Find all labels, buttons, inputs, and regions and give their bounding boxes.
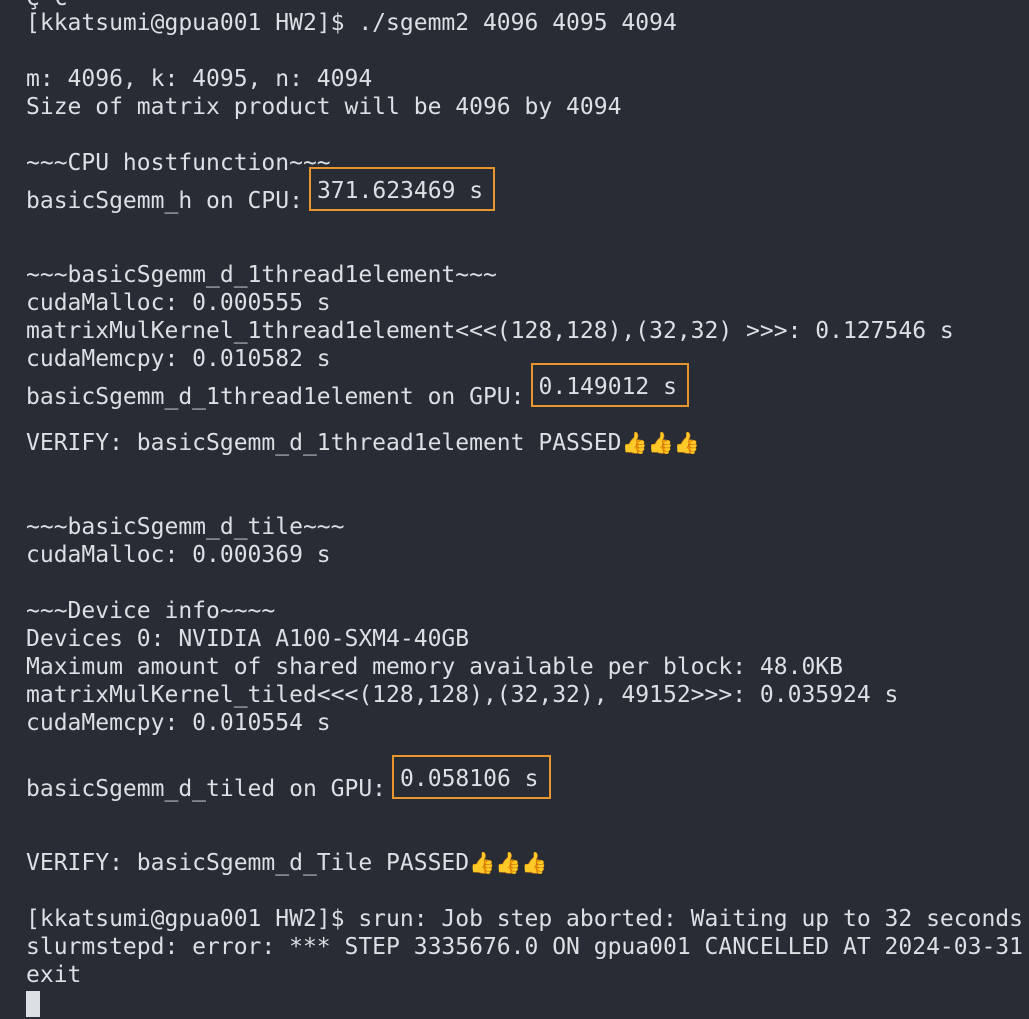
gpu1-result-label: basicSgemm_d_1thread1element on GPU: <box>26 384 525 410</box>
terminal-line-srun: [kkatsumi@gpua001 HW2]$ srun: Job step a… <box>26 906 1023 932</box>
terminal-line-tile-kernel: matrixMulKernel_tiled<<<(128,128),(32,32… <box>26 682 899 708</box>
terminal-line-slurm-error: slurmstepd: error: *** STEP 3335676.0 ON… <box>26 934 1023 960</box>
terminal-window[interactable]: Ç € [kkatsumi@gpua001 HW2]$ ./sgemm2 409… <box>0 0 1029 1019</box>
terminal-line-dims: m: 4096, k: 4095, n: 4094 <box>26 66 373 92</box>
terminal-line-gpu1-verify: VERIFY: basicSgemm_d_1thread1element PAS… <box>26 429 700 457</box>
terminal-line-gpu1-result: basicSgemm_d_1thread1element on GPU: 0.14… <box>26 363 689 410</box>
tile-result-label: basicSgemm_d_tiled on GPU: <box>26 776 387 802</box>
terminal-command-line: [kkatsumi@gpua001 HW2]$ ./sgemm2 4096 40… <box>26 10 677 36</box>
terminal-cursor[interactable] <box>26 991 40 1017</box>
terminal-line-tile-verify: VERIFY: basicSgemm_d_Tile PASSED👍👍👍 <box>26 849 548 877</box>
terminal-line-gpu1-header: ~~~basicSgemm_d_1thread1element~~~ <box>26 262 497 288</box>
terminal-line-device-name: Devices 0: NVIDIA A100-SXM4-40GB <box>26 626 470 652</box>
tile-time-highlight-box: 0.058106 s <box>392 755 551 799</box>
terminal-line-tile-malloc: cudaMalloc: 0.000369 s <box>26 542 331 568</box>
terminal-line-exit: exit <box>26 962 82 988</box>
terminal-line-tile-memcpy: cudaMemcpy: 0.010554 s <box>26 710 331 736</box>
terminal-line-tile-result: basicSgemm_d_tiled on GPU: 0.058106 s <box>26 755 551 802</box>
thumbs-up-icon: 👍👍👍 <box>469 851 548 875</box>
thumbs-up-icon: 👍👍👍 <box>621 431 700 455</box>
cpu-time-highlight-box: 371.623469 s <box>308 167 496 211</box>
terminal-line-size: Size of matrix product will be 4096 by 4… <box>26 94 622 120</box>
cpu-result-label: basicSgemm_h on CPU: <box>26 188 303 214</box>
terminal-line-cpu-header: ~~~CPU hostfunction~~~ <box>26 150 331 176</box>
terminal-line-device-header: ~~~Device info~~~~ <box>26 598 276 624</box>
terminal-line-gpu1-kernel: matrixMulKernel_1thread1element<<<(128,1… <box>26 318 954 344</box>
terminal-line-gpu1-memcpy: cudaMemcpy: 0.010582 s <box>26 346 331 372</box>
gpu1-time-highlight-box: 0.149012 s <box>530 363 689 407</box>
terminal-line-gpu1-malloc: cudaMalloc: 0.000555 s <box>26 290 331 316</box>
terminal-line-device-shmem: Maximum amount of shared memory availabl… <box>26 654 843 680</box>
tile-verify-text: VERIFY: basicSgemm_d_Tile PASSED <box>26 850 470 876</box>
gpu1-verify-text: VERIFY: basicSgemm_d_1thread1element PAS… <box>26 430 622 456</box>
terminal-line-tile-header: ~~~basicSgemm_d_tile~~~ <box>26 514 345 540</box>
terminal-line-cpu-result: basicSgemm_h on CPU: 371.623469 s <box>26 167 496 214</box>
